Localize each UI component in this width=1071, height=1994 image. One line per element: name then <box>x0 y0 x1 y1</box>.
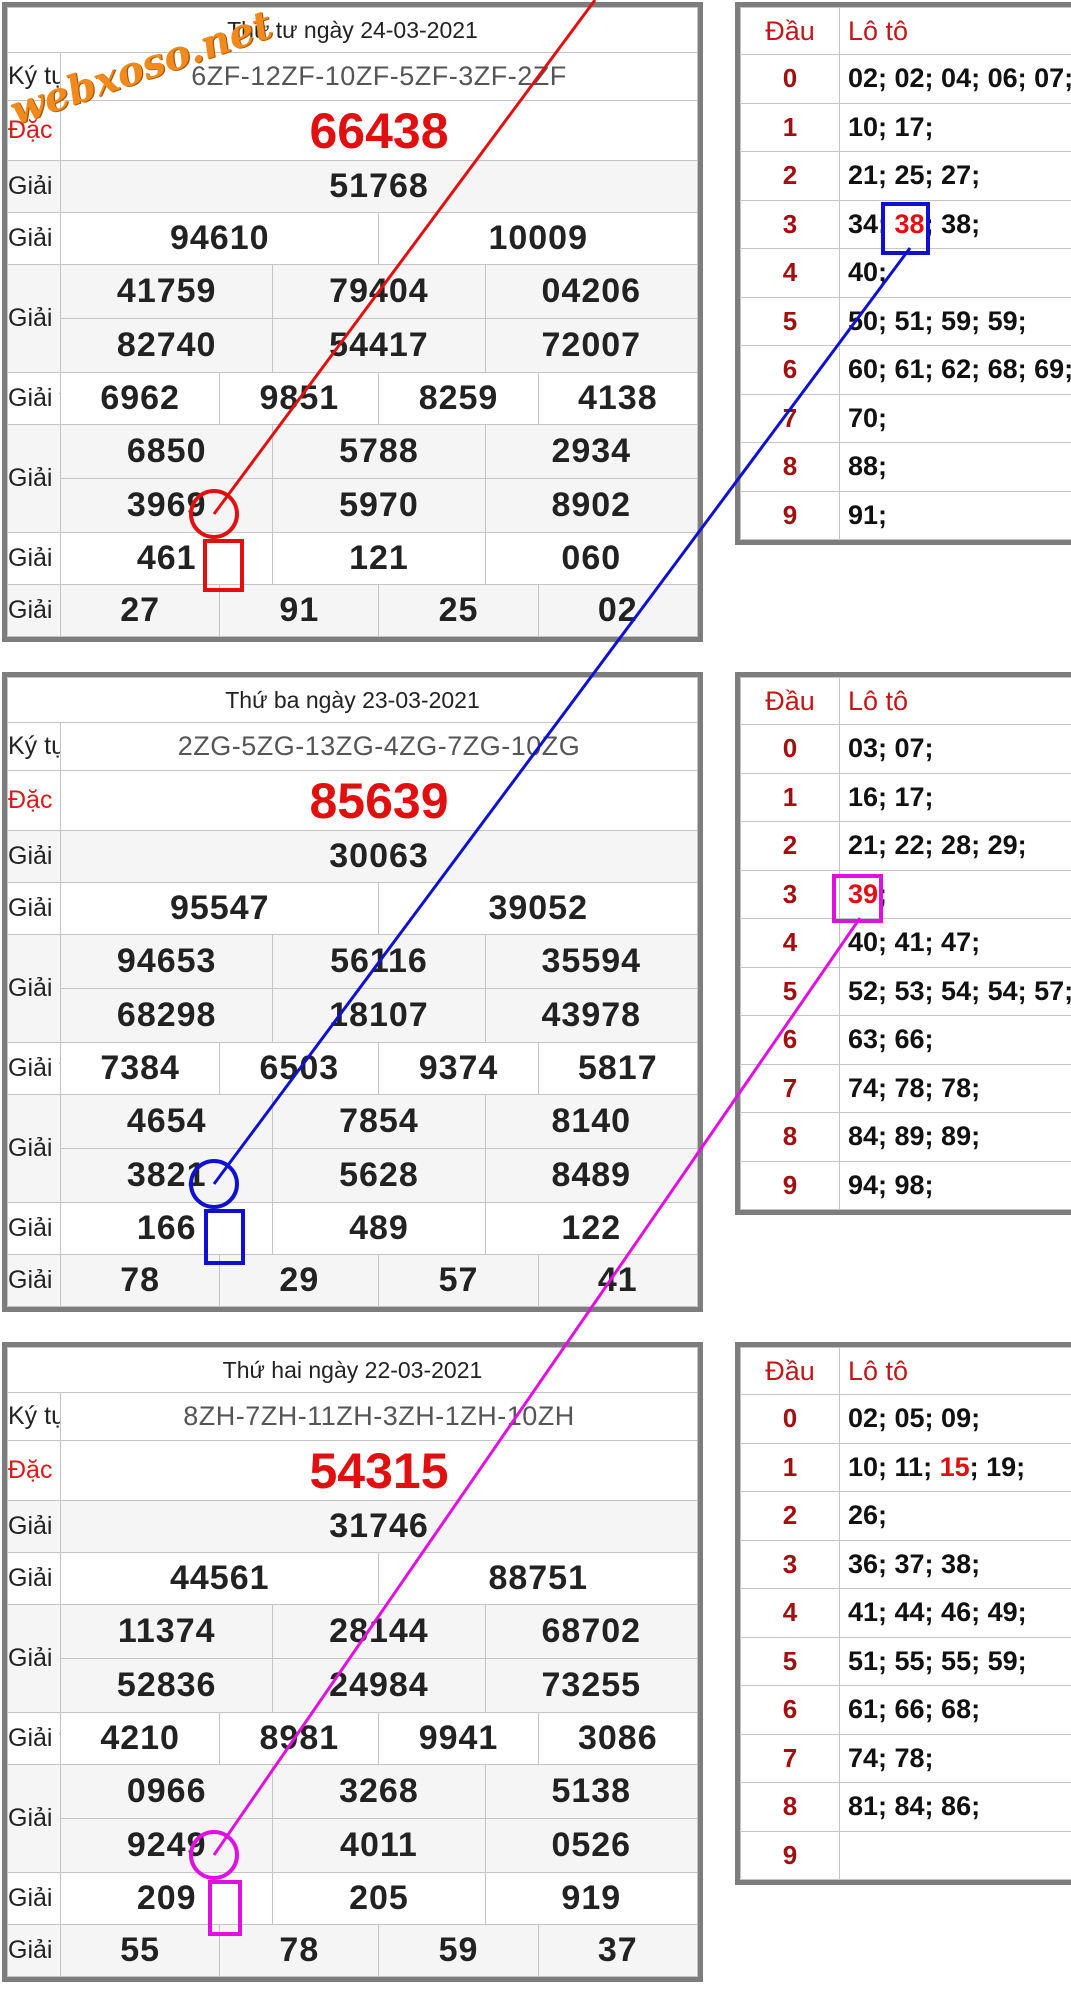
link-line-red <box>212 0 597 515</box>
link-line-magenta <box>212 917 862 1856</box>
box-loto-blue <box>881 202 930 255</box>
annotation-overlay <box>189 0 930 1936</box>
box-mark-magenta <box>208 1880 242 1936</box>
box-mark-red <box>203 539 244 592</box>
box-loto-magenta <box>832 874 883 923</box>
link-line-blue <box>212 247 912 1185</box>
box-mark-blue <box>204 1209 245 1265</box>
